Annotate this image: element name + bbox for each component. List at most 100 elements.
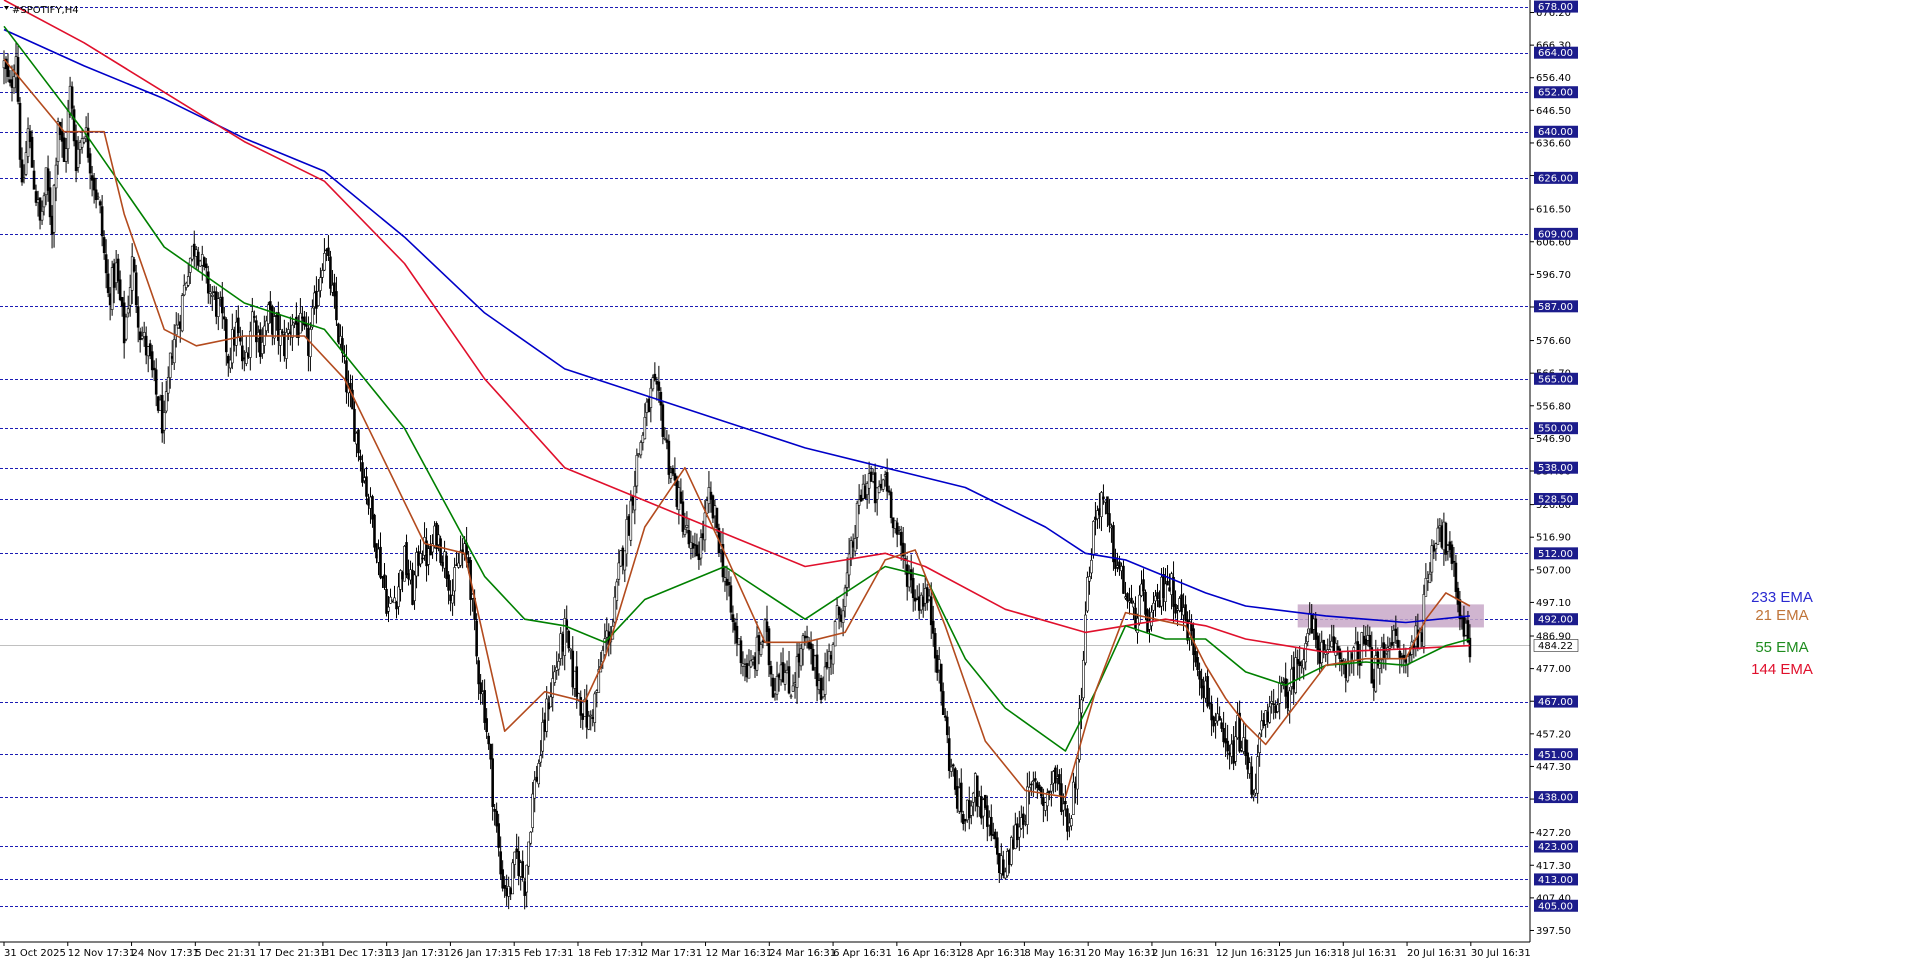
candle-body <box>1400 655 1404 658</box>
price-axis[interactable]: 676.20666.30656.40646.50636.60626.70616.… <box>1529 0 1579 942</box>
candle-body <box>90 175 94 181</box>
candle-body <box>1436 527 1440 545</box>
candle-body <box>279 329 282 346</box>
level-label: 587.00 <box>1538 302 1573 313</box>
candle-body <box>917 596 921 611</box>
candle-body <box>265 320 268 332</box>
candle-body <box>809 643 813 650</box>
candle-body <box>245 351 248 364</box>
level-label: 664.00 <box>1538 48 1573 59</box>
candle-body <box>34 191 38 203</box>
candle-body <box>313 292 316 307</box>
time-tick-label: 17 Dec 21:31 <box>259 948 326 959</box>
time-tick-label: 20 Jul 16:31 <box>1407 948 1467 959</box>
time-tick-label: 24 Mar 16:31 <box>769 948 836 959</box>
candle-body <box>224 319 228 353</box>
candle-body <box>897 528 901 531</box>
candle-body <box>106 273 110 293</box>
level-label: 405.00 <box>1538 901 1573 912</box>
candle-body <box>1142 579 1145 592</box>
candle-body <box>1020 817 1023 829</box>
candle-body <box>965 799 969 821</box>
candle-body <box>1066 808 1069 832</box>
candle-body <box>1054 767 1057 784</box>
candle-body <box>881 479 885 490</box>
candle-body <box>1256 756 1259 794</box>
candle-body <box>1300 664 1304 666</box>
candle-body <box>142 332 146 337</box>
candle-body <box>697 553 701 560</box>
candle-body <box>174 324 178 335</box>
candle-body <box>1072 781 1075 815</box>
candle-body <box>1092 521 1095 556</box>
candle-body <box>1426 578 1430 582</box>
candle-body <box>126 308 130 314</box>
candle-body <box>365 476 368 497</box>
candle-body <box>951 764 955 767</box>
candle-body <box>921 596 925 607</box>
candle-body <box>1390 642 1394 646</box>
candle-body <box>357 429 360 454</box>
candle-body <box>355 432 358 445</box>
candle-body <box>1038 784 1041 791</box>
candle-body <box>116 258 120 282</box>
candle-body <box>124 316 128 340</box>
candle-body <box>1328 649 1332 652</box>
candle-body <box>689 542 693 549</box>
candle-body <box>651 377 655 390</box>
candle-body <box>639 442 643 456</box>
candle-body <box>1094 516 1097 521</box>
candle-body <box>1368 634 1372 648</box>
chart[interactable]: 676.20666.30656.40646.50636.60626.70616.… <box>0 0 1916 963</box>
candle-body <box>1468 637 1472 658</box>
candle-body <box>941 691 945 715</box>
candle-body <box>1448 541 1452 550</box>
candle-body <box>1130 597 1133 604</box>
candle-body <box>1010 837 1013 865</box>
candle-body <box>529 831 532 844</box>
candle-body <box>1060 783 1063 812</box>
candle-body <box>405 542 408 576</box>
candle-body <box>1166 580 1169 586</box>
candle-body <box>1244 739 1247 756</box>
candle-body <box>72 109 76 142</box>
candle-body <box>521 861 524 878</box>
candle-body <box>785 669 789 674</box>
candle-body <box>148 343 152 357</box>
candle-body <box>379 546 382 578</box>
candle-body <box>1434 543 1438 550</box>
candle-body <box>1168 587 1171 592</box>
candle-body <box>383 574 386 588</box>
candle-body <box>1134 607 1137 629</box>
candle-body <box>110 267 114 310</box>
candle-body <box>1224 738 1227 744</box>
candle-body <box>1266 711 1269 723</box>
candle-body <box>1232 740 1235 764</box>
candle-body <box>837 606 841 616</box>
candle-body <box>391 599 394 602</box>
candle-body <box>1208 702 1211 705</box>
candle-body <box>1464 622 1468 636</box>
price-tick-label: 596.70 <box>1536 270 1571 281</box>
candle-body <box>26 128 30 157</box>
candle-body <box>1346 662 1350 682</box>
time-tick-label: 2 Jun 16:31 <box>1152 948 1209 959</box>
candle-body <box>375 543 378 559</box>
candle-body <box>845 572 849 588</box>
time-tick-label: 31 Oct 2025 <box>4 948 66 959</box>
candle-body <box>869 471 873 482</box>
candle-body <box>1128 600 1131 603</box>
candle-body <box>503 885 506 889</box>
candle-body <box>247 353 250 358</box>
candle-body <box>136 306 140 328</box>
candle-body <box>66 110 70 150</box>
candle-body <box>359 455 362 461</box>
candle-body <box>1402 654 1406 659</box>
candle-body <box>1218 716 1221 721</box>
candle-body <box>799 648 803 667</box>
candle-body <box>1016 823 1019 841</box>
candle-body <box>879 483 883 489</box>
candle-body <box>158 399 162 411</box>
candle-body <box>741 663 745 667</box>
candle-body <box>253 316 256 318</box>
